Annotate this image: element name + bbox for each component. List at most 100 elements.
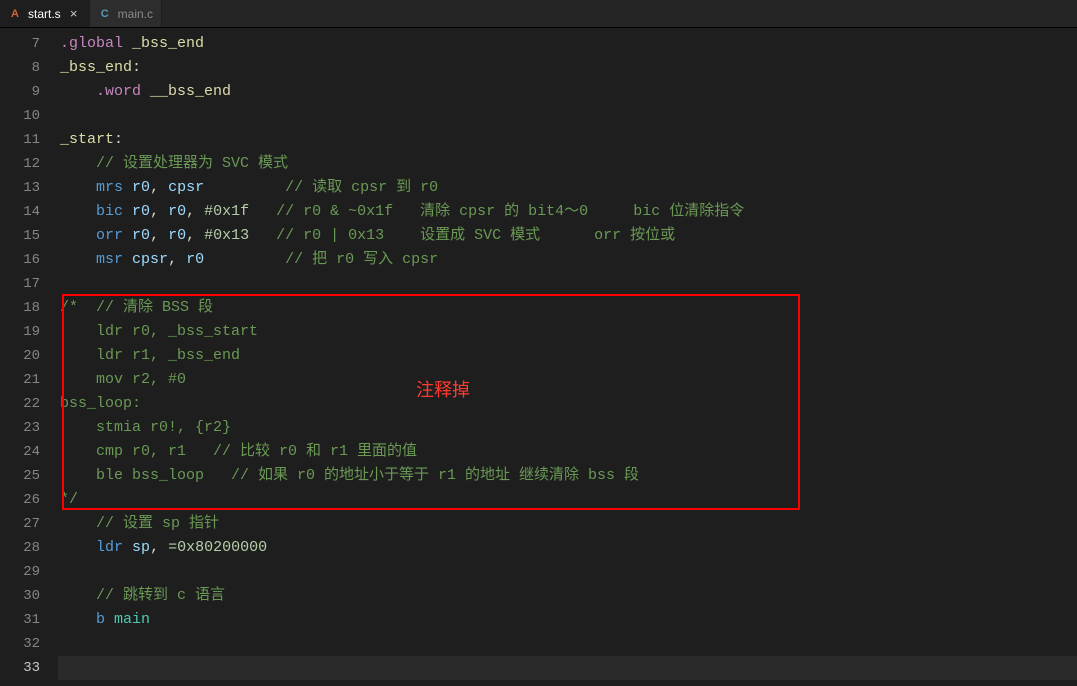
code-token: mov r2, #0 (60, 371, 186, 388)
code-token (123, 539, 132, 556)
code-line[interactable]: _start: (58, 128, 1077, 152)
c-file-icon: C (98, 8, 112, 20)
line-number: 29 (0, 560, 40, 584)
code-token (60, 227, 96, 244)
code-line[interactable] (58, 632, 1077, 656)
line-number: 13 (0, 176, 40, 200)
code-area[interactable]: 注释掉 .global _bss_end_bss_end: .word __bs… (58, 28, 1077, 686)
code-token: ldr r1, _bss_end (60, 347, 240, 364)
code-token: __bss_end (150, 83, 231, 100)
code-token: r0 (186, 251, 204, 268)
code-token: // 设置 sp 指针 (96, 515, 219, 532)
line-number: 12 (0, 152, 40, 176)
code-token: , (186, 227, 204, 244)
code-token: #0x1f (204, 203, 249, 220)
tab-label: start.s (28, 7, 61, 21)
line-number: 14 (0, 200, 40, 224)
code-token: // r0 | 0x13 设置成 SVC 模式 orr 按位或 (276, 227, 675, 244)
tab-main-c[interactable]: C main.c (90, 0, 162, 27)
code-token: sp (132, 539, 150, 556)
code-token (60, 515, 96, 532)
line-number: 24 (0, 440, 40, 464)
code-line[interactable]: // 设置 sp 指针 (58, 512, 1077, 536)
code-token: =0x80200000 (168, 539, 267, 556)
code-token: stmia r0!, {r2} (60, 419, 231, 436)
code-token: r0 (132, 203, 150, 220)
code-token: bic (96, 203, 123, 220)
code-line[interactable]: mov r2, #0 (58, 368, 1077, 392)
line-number: 25 (0, 464, 40, 488)
code-line[interactable]: */ (58, 488, 1077, 512)
code-token: b (96, 611, 105, 628)
code-line[interactable]: _bss_end: (58, 56, 1077, 80)
line-number: 18 (0, 296, 40, 320)
code-token: _start (60, 131, 114, 148)
code-line[interactable]: stmia r0!, {r2} (58, 416, 1077, 440)
code-token: : (132, 59, 141, 76)
line-number: 31 (0, 608, 40, 632)
code-token: mrs (96, 179, 123, 196)
code-line[interactable]: cmp r0, r1 // 比较 r0 和 r1 里面的值 (58, 440, 1077, 464)
code-token: , (150, 203, 168, 220)
code-token (60, 83, 96, 100)
code-token (249, 203, 276, 220)
code-token: cpsr (132, 251, 168, 268)
code-token: msr (96, 251, 123, 268)
line-number: 15 (0, 224, 40, 248)
code-token: r0 (168, 227, 186, 244)
code-line[interactable]: ble bss_loop // 如果 r0 的地址小于等于 r1 的地址 继续清… (58, 464, 1077, 488)
code-token (123, 251, 132, 268)
code-token: r0 (132, 179, 150, 196)
code-line[interactable]: // 设置处理器为 SVC 模式 (58, 152, 1077, 176)
code-token (60, 155, 96, 172)
line-number: 11 (0, 128, 40, 152)
line-number-gutter: 7891011121314151617181920212223242526272… (0, 28, 58, 686)
code-line[interactable]: msr cpsr, r0 // 把 r0 写入 cpsr (58, 248, 1077, 272)
line-number: 21 (0, 368, 40, 392)
line-number: 10 (0, 104, 40, 128)
code-token (249, 227, 276, 244)
code-token: _bss_end (60, 59, 132, 76)
line-number: 23 (0, 416, 40, 440)
code-line[interactable]: ldr sp, =0x80200000 (58, 536, 1077, 560)
code-token: // 读取 cpsr 到 r0 (285, 179, 438, 196)
code-line[interactable]: .word __bss_end (58, 80, 1077, 104)
line-number: 26 (0, 488, 40, 512)
code-token: /* // 清除 BSS 段 (60, 299, 213, 316)
code-line[interactable]: ldr r0, _bss_start (58, 320, 1077, 344)
code-line[interactable] (58, 272, 1077, 296)
code-line[interactable] (58, 104, 1077, 128)
code-line[interactable]: orr r0, r0, #0x13 // r0 | 0x13 设置成 SVC 模… (58, 224, 1077, 248)
tab-start-s[interactable]: A start.s × (0, 0, 90, 27)
code-token: // 设置处理器为 SVC 模式 (96, 155, 288, 172)
line-number: 9 (0, 80, 40, 104)
code-token: // r0 & ~0x1f 清除 cpsr 的 bit4～0 bic 位清除指令 (276, 203, 744, 220)
line-number: 27 (0, 512, 40, 536)
code-token (123, 179, 132, 196)
code-line[interactable]: // 跳转到 c 语言 (58, 584, 1077, 608)
asm-file-icon: A (8, 8, 22, 20)
code-line[interactable]: /* // 清除 BSS 段 (58, 296, 1077, 320)
code-line[interactable]: bic r0, r0, #0x1f // r0 & ~0x1f 清除 cpsr … (58, 200, 1077, 224)
code-token: .word (96, 83, 141, 100)
code-line[interactable]: .global _bss_end (58, 32, 1077, 56)
code-line[interactable] (58, 560, 1077, 584)
tab-label: main.c (118, 7, 153, 21)
close-icon[interactable]: × (67, 7, 81, 21)
line-number: 28 (0, 536, 40, 560)
code-token: cmp r0, r1 // 比较 r0 和 r1 里面的值 (60, 443, 417, 460)
code-line[interactable]: bss_loop: (58, 392, 1077, 416)
code-token (204, 179, 285, 196)
code-line[interactable] (58, 656, 1077, 680)
code-line[interactable]: mrs r0, cpsr // 读取 cpsr 到 r0 (58, 176, 1077, 200)
code-token: , (168, 251, 186, 268)
line-number: 19 (0, 320, 40, 344)
code-token: _bss_end (132, 35, 204, 52)
code-line[interactable]: ldr r1, _bss_end (58, 344, 1077, 368)
code-token: ble bss_loop // 如果 r0 的地址小于等于 r1 的地址 继续清… (60, 467, 639, 484)
editor[interactable]: 7891011121314151617181920212223242526272… (0, 28, 1077, 686)
code-token: , (150, 539, 168, 556)
line-number: 32 (0, 632, 40, 656)
line-number: 8 (0, 56, 40, 80)
code-line[interactable]: b main (58, 608, 1077, 632)
